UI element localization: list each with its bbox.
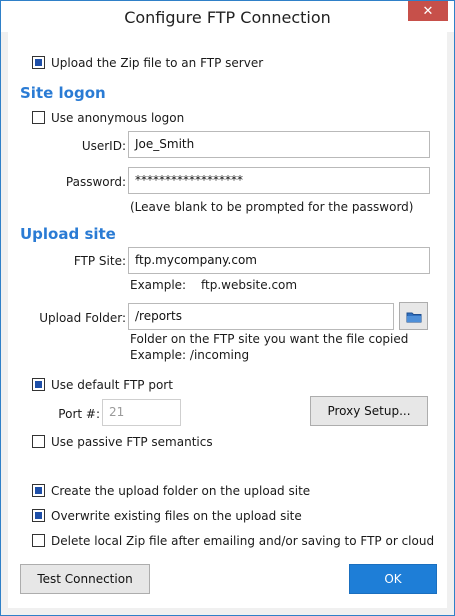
anonymous-logon-label: Use anonymous logon — [51, 111, 185, 125]
browse-folder-button[interactable] — [399, 302, 428, 330]
test-connection-button[interactable]: Test Connection — [20, 564, 150, 594]
passive-ftp-checkbox[interactable] — [32, 435, 45, 448]
ftp-example-value: ftp.website.com — [201, 278, 298, 292]
window-title: Configure FTP Connection — [124, 8, 331, 27]
proxy-setup-button[interactable]: Proxy Setup... — [310, 396, 428, 426]
password-label: Password: — [65, 175, 126, 189]
userid-label: UserID: — [81, 139, 126, 153]
ok-button[interactable]: OK — [349, 564, 437, 594]
upload-folder-example: Example: /incoming — [130, 348, 250, 362]
passive-ftp-label: Use passive FTP semantics — [51, 435, 213, 449]
upload-zip-checkbox[interactable] — [32, 56, 45, 69]
port-label: Port #: — [58, 407, 100, 421]
delete-local-label: Delete local Zip file after emailing and… — [51, 534, 435, 548]
create-folder-label: Create the upload folder on the upload s… — [51, 484, 311, 498]
dialog-window: Configure FTP Connection ✕ Upload the Zi… — [0, 0, 455, 616]
overwrite-checkbox[interactable] — [32, 509, 45, 522]
create-folder-checkbox[interactable] — [32, 484, 45, 497]
folder-icon — [406, 311, 422, 326]
dialog-content: Upload the Zip file to an FTP server Sit… — [8, 32, 447, 608]
close-button[interactable]: ✕ — [408, 1, 448, 21]
delete-local-checkbox[interactable] — [32, 534, 45, 547]
password-hint: (Leave blank to be prompted for the pass… — [130, 200, 414, 214]
anonymous-logon-checkbox[interactable] — [32, 111, 45, 124]
ftp-example-label: Example: — [130, 278, 187, 292]
upload-site-heading: Upload site — [20, 225, 116, 243]
upload-folder-hint: Folder on the FTP site you want the file… — [130, 332, 409, 346]
upload-zip-label: Upload the Zip file to an FTP server — [51, 56, 264, 70]
title-bar: Configure FTP Connection ✕ — [1, 1, 454, 32]
site-logon-heading: Site logon — [20, 84, 106, 102]
password-field[interactable]: ****************** — [128, 167, 430, 194]
default-port-checkbox[interactable] — [32, 378, 45, 391]
upload-folder-label: Upload Folder: — [39, 311, 126, 325]
default-port-label: Use default FTP port — [51, 378, 173, 392]
upload-folder-field[interactable]: /reports — [128, 303, 394, 330]
ftp-site-label: FTP Site: — [73, 254, 126, 268]
overwrite-label: Overwrite existing files on the upload s… — [51, 509, 302, 523]
userid-field[interactable]: Joe_Smith — [128, 131, 430, 158]
close-icon: ✕ — [422, 3, 434, 19]
ftp-site-field[interactable]: ftp.mycompany.com — [128, 247, 430, 274]
port-field[interactable]: 21 — [102, 399, 181, 426]
